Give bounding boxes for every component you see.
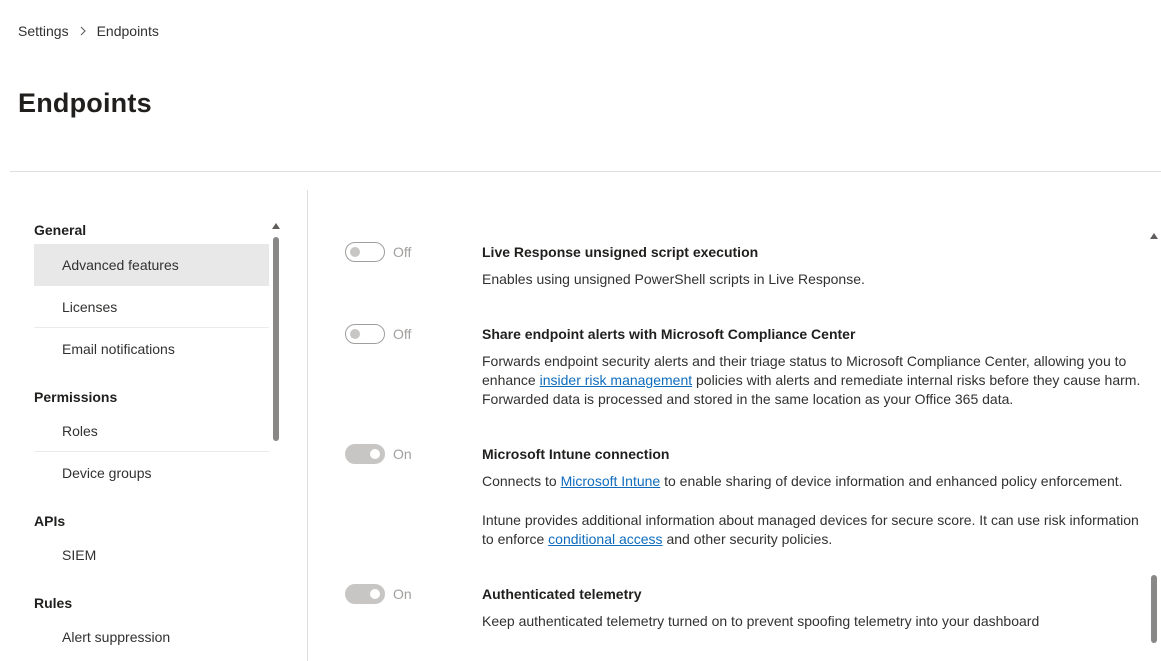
toggle-state-label: Off (393, 244, 412, 260)
intune-connection-toggle[interactable] (345, 444, 385, 464)
chevron-right-icon (75, 23, 91, 39)
feature-description: Enables using unsigned PowerShell script… (482, 271, 865, 287)
feature-title: Microsoft Intune connection (482, 446, 670, 462)
nav-scrollbar-thumb[interactable] (273, 237, 279, 441)
feature-text: Authenticated telemetry Keep authenticat… (482, 584, 1141, 631)
feature-title: Authenticated telemetry (482, 586, 642, 602)
toggle-knob (370, 449, 380, 459)
breadcrumb-settings[interactable]: Settings (18, 23, 69, 39)
toggle-group: On (345, 444, 412, 464)
content-scrollbar-thumb[interactable] (1151, 575, 1157, 643)
header-divider (10, 171, 1161, 172)
content-scroll-up-icon[interactable] (1149, 232, 1159, 240)
toggle-group: Off (345, 242, 411, 262)
breadcrumb: Settings Endpoints (18, 22, 159, 40)
settings-nav-list: General Advanced features Licenses Email… (34, 190, 269, 658)
toggle-state-label: On (393, 446, 412, 462)
nav-group-general: General (34, 222, 87, 238)
description-text: to enable sharing of device information … (660, 473, 1123, 489)
settings-nav: General Advanced features Licenses Email… (0, 190, 308, 661)
nav-item-siem[interactable]: SIEM (34, 534, 269, 576)
feature-description: Forwards endpoint security alerts and th… (482, 352, 1141, 409)
page-title: Endpoints (18, 88, 152, 118)
nav-group-rules: Rules (34, 595, 73, 611)
nav-item-advanced-features[interactable]: Advanced features (34, 244, 269, 286)
nav-group-apis: APIs (34, 513, 66, 529)
description-text: and other security policies. (662, 531, 833, 547)
toggle-state-label: Off (393, 326, 412, 342)
nav-item-alert-suppression[interactable]: Alert suppression (34, 616, 269, 658)
toggle-group: Off (345, 324, 411, 344)
nav-item-licenses[interactable]: Licenses (34, 286, 269, 328)
feature-title: Share endpoint alerts with Microsoft Com… (482, 326, 856, 342)
nav-item-roles[interactable]: Roles (34, 410, 269, 452)
description-text: Connects to (482, 473, 561, 489)
toggle-knob (350, 329, 360, 339)
share-compliance-toggle[interactable] (345, 324, 385, 344)
feature-title: Live Response unsigned script execution (482, 244, 759, 260)
nav-item-device-groups[interactable]: Device groups (34, 452, 269, 494)
conditional-access-link[interactable]: conditional access (548, 531, 662, 547)
live-response-unsigned-toggle[interactable] (345, 242, 385, 262)
toggle-state-label: On (393, 586, 412, 602)
insider-risk-management-link[interactable]: insider risk management (540, 372, 693, 388)
nav-scroll-up-icon[interactable] (271, 221, 281, 231)
toggle-knob (350, 247, 360, 257)
nav-group-permissions: Permissions (34, 389, 118, 405)
feature-text: Microsoft Intune connection Connects to … (482, 444, 1141, 549)
toggle-group: On (345, 584, 412, 604)
feature-text: Share endpoint alerts with Microsoft Com… (482, 324, 1141, 409)
authenticated-telemetry-toggle[interactable] (345, 584, 385, 604)
feature-text: Live Response unsigned script execution … (482, 242, 1141, 289)
breadcrumb-endpoints[interactable]: Endpoints (97, 23, 159, 39)
toggle-knob (370, 589, 380, 599)
microsoft-intune-link[interactable]: Microsoft Intune (561, 473, 661, 489)
feature-description-secondary: Intune provides additional information a… (482, 511, 1141, 549)
nav-item-email-notifications[interactable]: Email notifications (34, 328, 269, 370)
feature-description: Connects to Microsoft Intune to enable s… (482, 472, 1141, 491)
feature-description: Keep authenticated telemetry turned on t… (482, 613, 1040, 629)
advanced-features-content: Off Live Response unsigned script execut… (309, 190, 1161, 661)
